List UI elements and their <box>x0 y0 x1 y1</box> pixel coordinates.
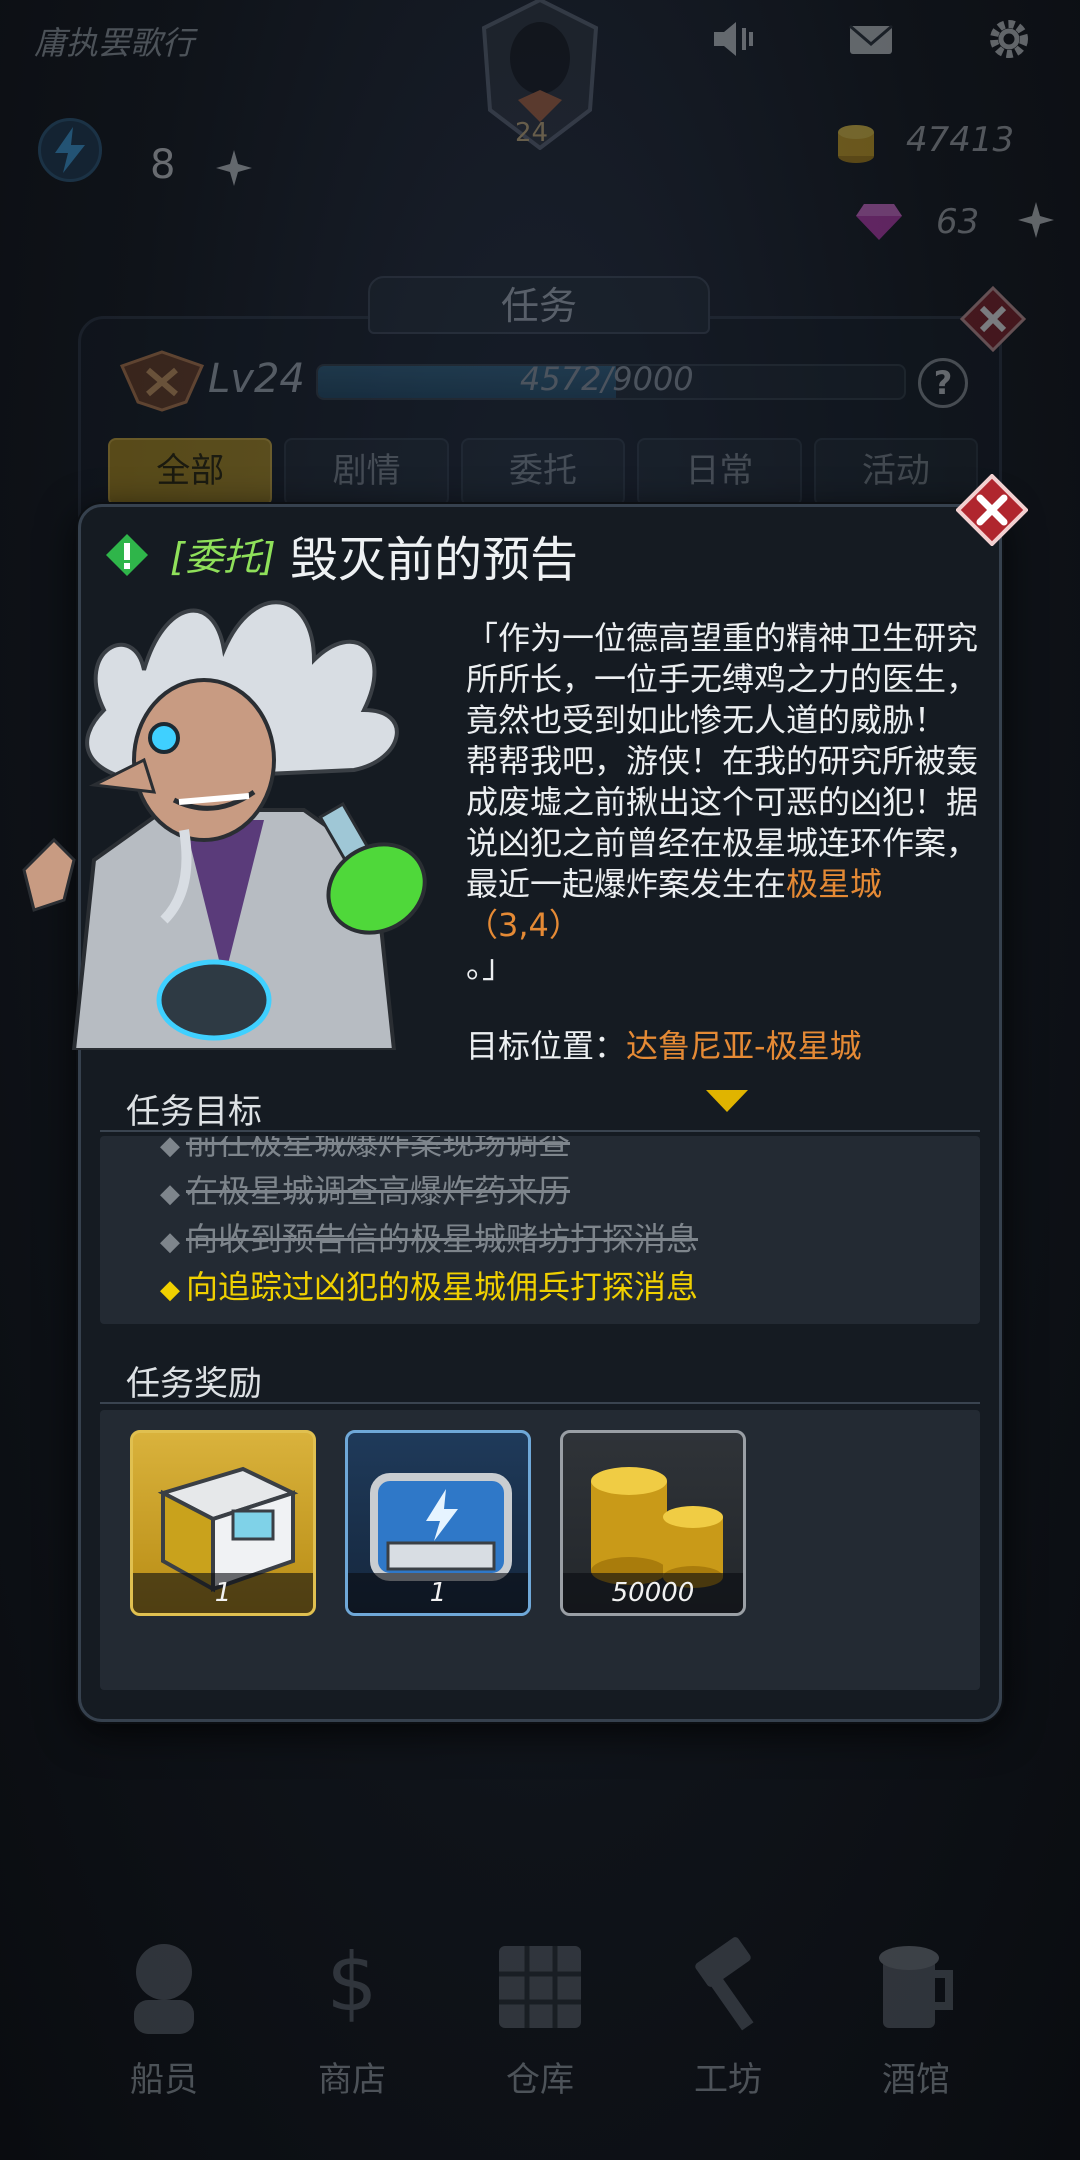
rank-emblem-icon <box>119 350 205 412</box>
diamond-bullet-icon: ◆ <box>160 1136 180 1161</box>
svg-text:$: $ <box>327 1936 378 2029</box>
divider <box>100 1402 980 1404</box>
story-end: 。」 <box>466 947 515 985</box>
diamond-bullet-icon: ◆ <box>160 1275 180 1305</box>
close-icon[interactable] <box>956 474 1028 546</box>
target-location: 目标位置：达鲁尼亚-极星城 <box>466 1024 862 1068</box>
tab-event[interactable]: 活动 <box>813 438 979 506</box>
filter-tabs: 全部 剧情 委托 日常 活动 <box>108 438 979 506</box>
rewards-list: 1 1 50000 <box>100 1410 980 1690</box>
tab-story[interactable]: 剧情 <box>284 438 449 506</box>
story-paragraph: 帮帮我吧，游侠！在我的研究所被轰成废墟之前揪出这个可恶的凶犯！据说凶犯之前曾经在… <box>466 742 979 903</box>
reward-count: 1 <box>133 1573 313 1613</box>
objective-item-current: ◆ 向追踪过凶犯的极星城佣兵打探消息 <box>160 1266 698 1311</box>
objective-item: ◆ 前往极星城爆炸案现场调查 <box>160 1136 570 1167</box>
warehouse-icon <box>499 1946 581 2028</box>
diamond-bullet-icon: ◆ <box>160 1179 180 1209</box>
objective-text: 向追踪过凶犯的极星城佣兵打探消息 <box>186 1268 699 1306</box>
story-paragraph: 「作为一位德高望重的精神卫生研究所所长，一位手无缚鸡之力的医生，竟然也受到如此惨… <box>466 619 979 739</box>
beer-mug-icon <box>879 1946 953 2028</box>
tab-commission[interactable]: 委托 <box>460 438 626 506</box>
quest-story: 「作为一位德高望重的精神卫生研究所所长，一位手无缚鸡之力的医生，竟然也受到如此惨… <box>466 618 990 987</box>
reward-count: 50000 <box>563 1573 743 1613</box>
objective-item: ◆ 向收到预告信的极星城赌坊打探消息 <box>160 1218 698 1263</box>
gem-icon <box>856 204 902 240</box>
quest-giver-portrait <box>22 600 427 1050</box>
mail-icon[interactable] <box>846 14 896 64</box>
nav-label: 仓库 <box>506 2060 574 2100</box>
speaker-icon[interactable] <box>708 14 758 64</box>
xp-text: 4572/9000 <box>520 360 694 398</box>
target-label: 目标位置： <box>466 1027 627 1065</box>
nav-tavern[interactable]: 酒馆 <box>841 1900 991 2160</box>
objective-text: 向收到预告信的极星城赌坊打探消息 <box>186 1220 699 1258</box>
objectives-heading: 任务目标 <box>126 1092 262 1132</box>
shop-icon: $ <box>327 1936 378 2029</box>
top-bar: 庸执罢歌行 24 8 47413 63 <box>0 0 1080 250</box>
gear-icon[interactable] <box>984 14 1034 64</box>
bottom-nav: 船员 $ 商店 仓库 工坊 酒馆 <box>0 1900 1080 2160</box>
nav-workshop[interactable]: 工坊 <box>653 1900 803 2160</box>
coin-value: 47413 <box>906 120 1015 160</box>
tab-all[interactable]: 全部 <box>108 438 273 506</box>
nav-warehouse[interactable]: 仓库 <box>465 1900 615 2160</box>
gem-value: 63 <box>936 202 980 242</box>
add-gem-icon[interactable] <box>1014 198 1058 242</box>
panel-title: 任务 <box>368 276 710 334</box>
reward-count: 1 <box>348 1573 528 1613</box>
reward-item[interactable]: 1 <box>345 1430 531 1616</box>
reward-item[interactable]: 50000 <box>560 1430 746 1616</box>
coin-icon <box>838 125 874 163</box>
player-name: 庸执罢歌行 <box>34 24 195 62</box>
rewards-heading: 任务奖励 <box>126 1364 262 1404</box>
diamond-bullet-icon: ◆ <box>160 1227 180 1257</box>
tab-daily[interactable]: 日常 <box>637 438 802 506</box>
nav-crew[interactable]: 船员 <box>89 1900 239 2160</box>
crew-icon <box>134 1944 194 2034</box>
divider <box>100 1130 980 1132</box>
energy-value: 8 <box>150 142 176 188</box>
objective-item: ◆ 在极星城调查高爆炸药来历 <box>160 1170 570 1215</box>
nav-shop[interactable]: $ 商店 <box>277 1900 427 2160</box>
chevron-down-icon[interactable] <box>706 1090 748 1112</box>
avatar-level: 24 <box>515 118 549 148</box>
help-icon[interactable]: ? <box>918 358 968 408</box>
nav-label: 船员 <box>130 2060 198 2100</box>
nav-label: 商店 <box>318 2060 386 2100</box>
energy-icon <box>38 118 102 182</box>
panel-close-icon[interactable] <box>960 286 1026 352</box>
target-value[interactable]: 达鲁尼亚-极星城 <box>626 1027 862 1065</box>
nav-label: 酒馆 <box>882 2060 950 2100</box>
level-label: Lv24 <box>208 356 305 402</box>
hammer-icon <box>695 1937 754 2031</box>
reward-item[interactable]: 1 <box>130 1430 316 1616</box>
objective-text: 在极星城调查高爆炸药来历 <box>186 1172 571 1210</box>
nav-label: 工坊 <box>694 2060 762 2100</box>
add-energy-icon[interactable] <box>212 146 256 190</box>
objective-text: 前往极星城爆炸案现场调查 <box>186 1136 571 1162</box>
objectives-list: ◆ 前往极星城爆炸案现场调查 ◆ 在极星城调查高爆炸药来历 ◆ 向收到预告信的极星城赌… <box>100 1136 980 1324</box>
